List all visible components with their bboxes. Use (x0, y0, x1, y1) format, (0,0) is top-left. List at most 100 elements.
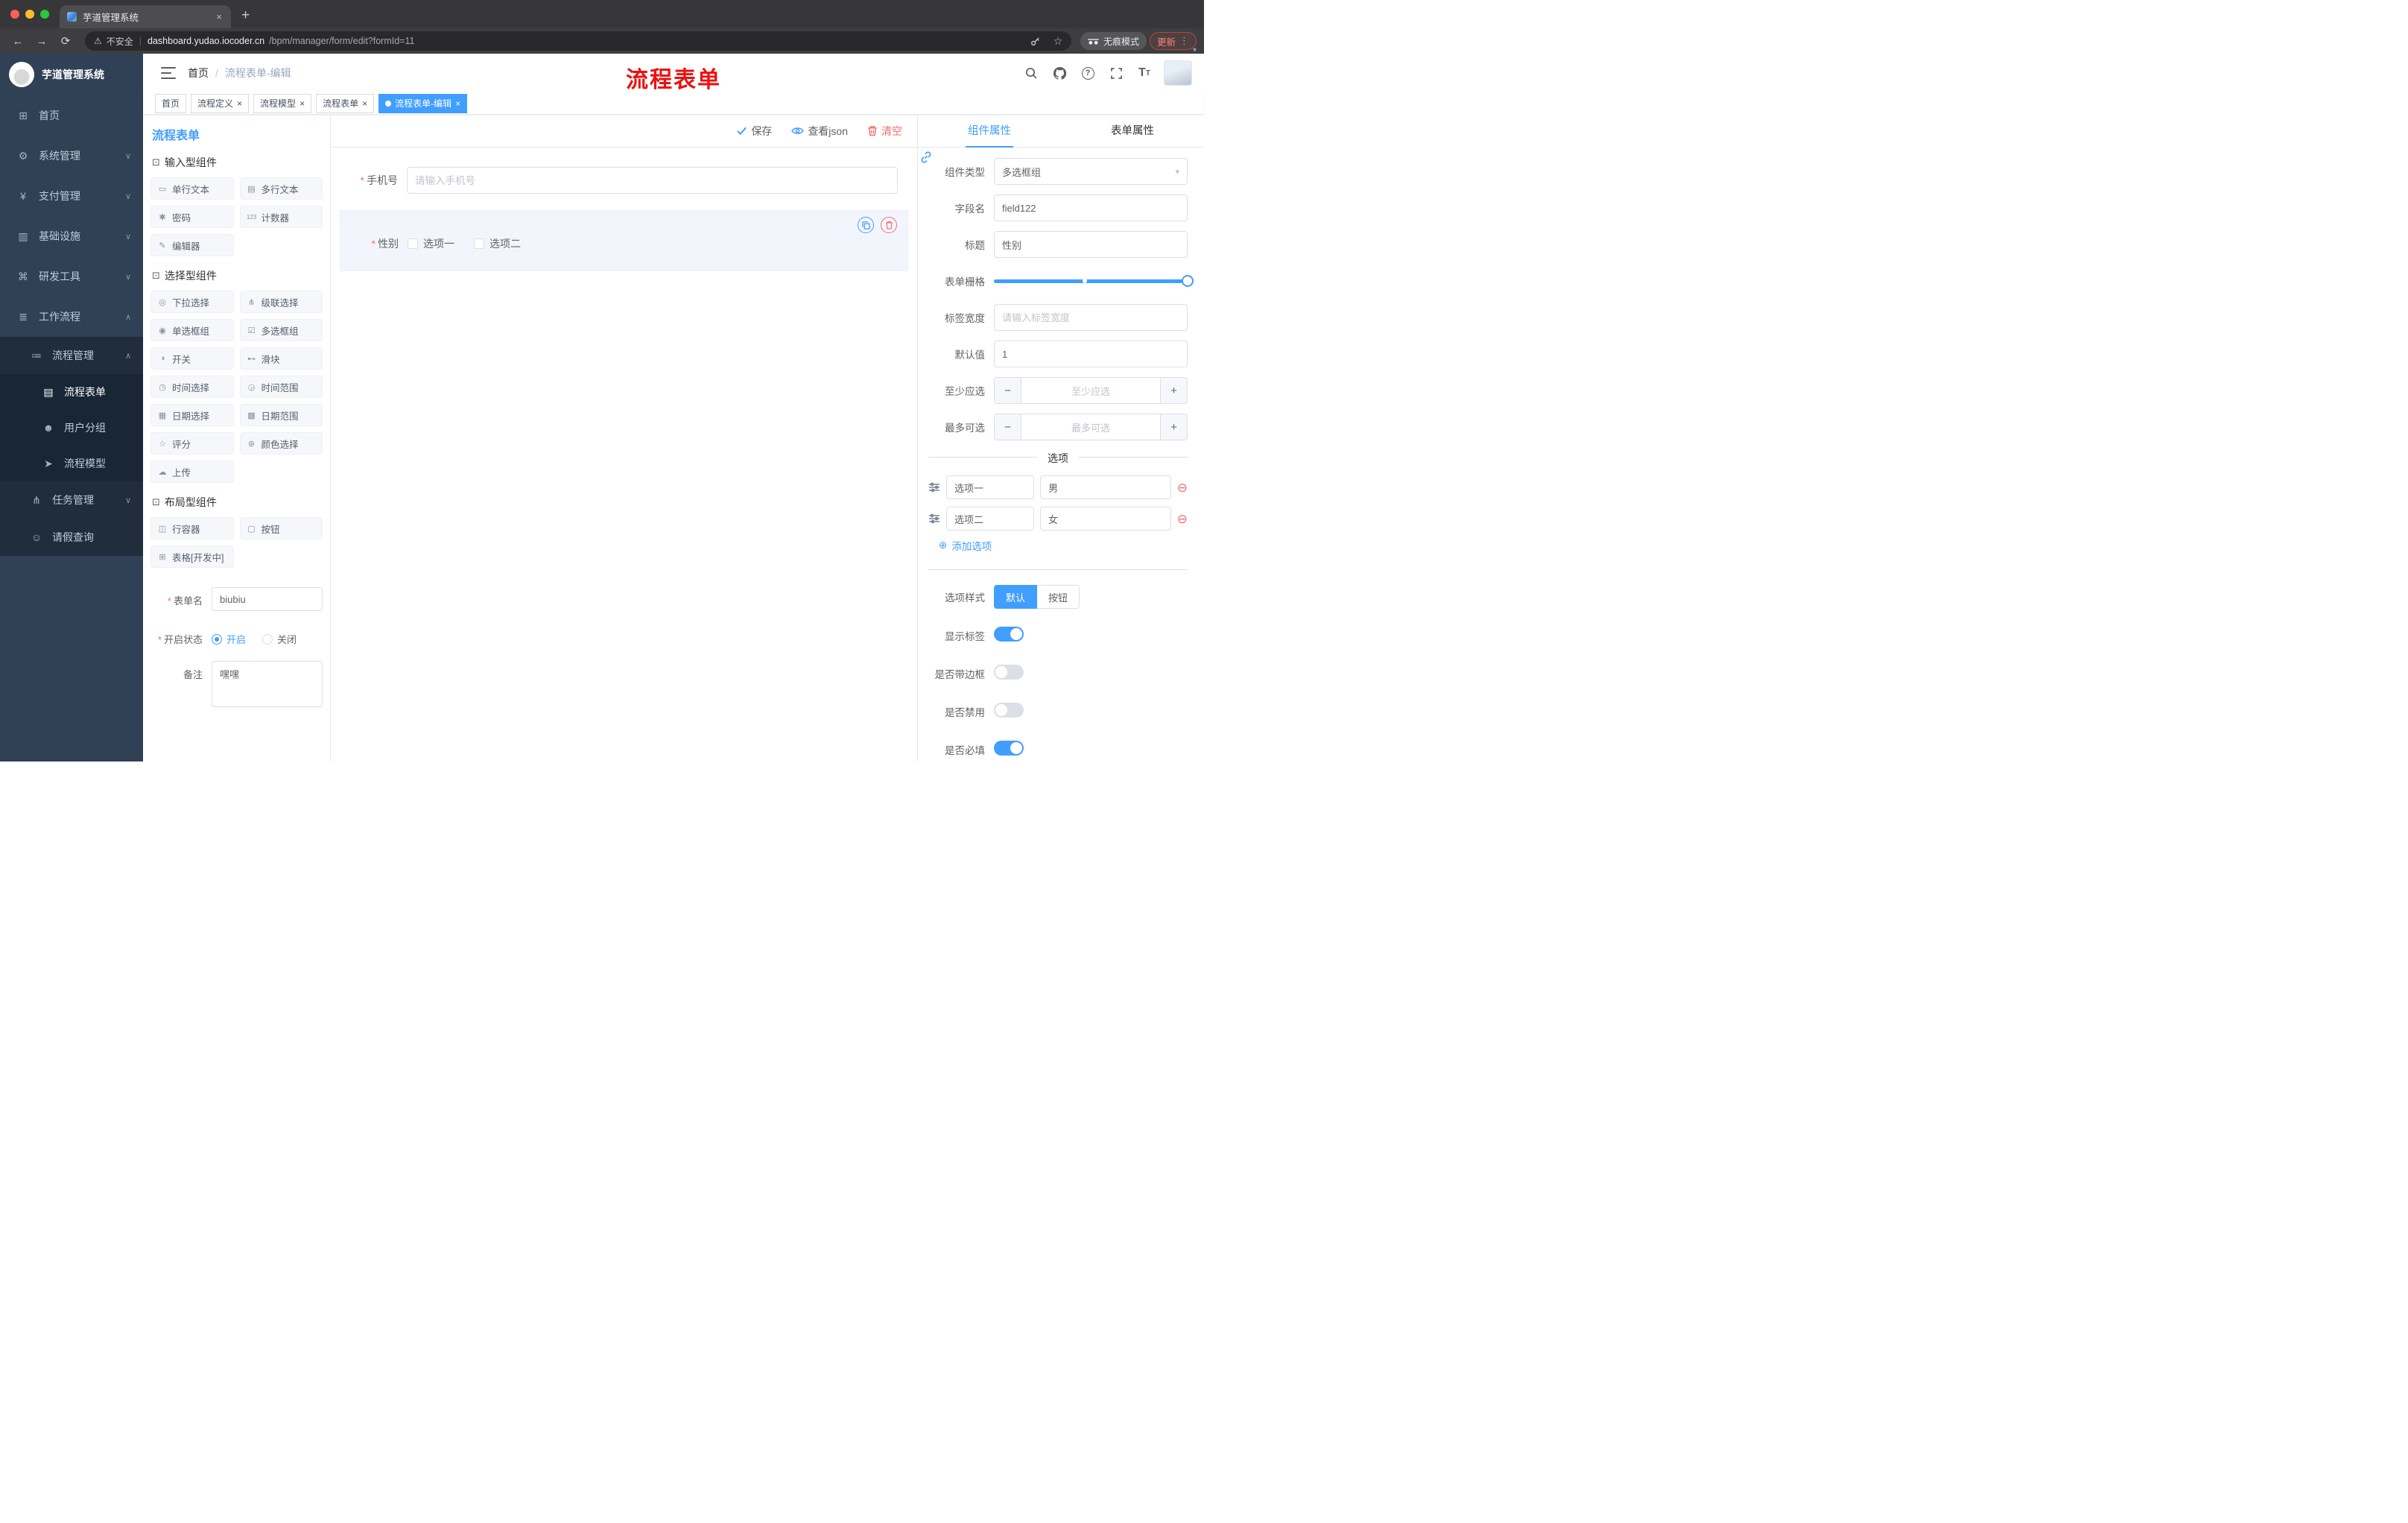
url-field[interactable]: ⚠ 不安全 | dashboard.yudao.iocoder.cn/bpm/m… (85, 31, 1071, 51)
palette-item-time-range[interactable]: ◶ 时间范围 (239, 376, 323, 398)
palette-item-cascader[interactable]: ⋔ 级联选择 (239, 291, 323, 313)
password-key-icon[interactable] (1027, 32, 1045, 50)
gender-option-2-checkbox[interactable]: 选项二 (474, 236, 521, 251)
add-option-button[interactable]: ⊕ 添加选项 (939, 538, 1188, 553)
canvas-field-phone[interactable]: * 手机号 (340, 159, 908, 201)
save-button[interactable]: 保存 (736, 124, 772, 139)
label-width-input[interactable] (994, 304, 1188, 331)
palette-item-date-picker[interactable]: ▦ 日期选择 (150, 404, 234, 426)
max-select-value[interactable]: 最多可选 (1021, 414, 1160, 440)
close-icon[interactable]: × (455, 98, 460, 109)
palette-item-time-picker[interactable]: ◷ 时间选择 (150, 376, 234, 398)
palette-item-upload[interactable]: ☁ 上传 (150, 460, 234, 483)
option-value-input[interactable] (1040, 475, 1171, 499)
tag-home[interactable]: 首页 (155, 93, 187, 113)
close-icon[interactable]: × (237, 98, 242, 109)
tab-close-icon[interactable]: × (215, 11, 224, 22)
view-json-button[interactable]: 查看json (791, 124, 848, 139)
palette-item-rate[interactable]: ☆ 评分 (150, 432, 234, 455)
sidebar-item-home[interactable]: ⊞ 首页 (0, 95, 143, 136)
palette-item-date-range[interactable]: ▩ 日期范围 (239, 404, 323, 426)
disabled-toggle[interactable] (994, 703, 1024, 718)
sidebar-item-task-management[interactable]: ⋔ 任务管理 ∨ (0, 481, 143, 519)
decrement-button[interactable]: − (995, 414, 1021, 440)
palette-item-password[interactable]: ✱ 密码 (150, 206, 234, 228)
tag-process-definition[interactable]: 流程定义 × (191, 93, 250, 113)
status-on-radio[interactable]: 开启 (212, 632, 246, 646)
tag-process-form[interactable]: 流程表单 × (316, 93, 375, 113)
gender-option-1-checkbox[interactable]: 选项一 (408, 236, 454, 251)
drag-handle-icon[interactable] (928, 513, 940, 524)
palette-item-textarea[interactable]: ▤ 多行文本 (239, 177, 323, 200)
delete-component-button[interactable] (881, 217, 897, 233)
palette-item-checkbox-group[interactable]: ☑ 多选框组 (239, 319, 323, 341)
tag-process-model[interactable]: 流程模型 × (253, 93, 312, 113)
palette-item-slider[interactable]: ⊷ 滑块 (239, 347, 323, 370)
field-name-input[interactable] (994, 194, 1188, 221)
sidebar-item-infrastructure[interactable]: ▥ 基础设施 ∨ (0, 216, 143, 256)
browser-tab[interactable]: 芋道管理系统 × (60, 5, 231, 28)
sidebar-item-user-group[interactable]: ☻ 用户分组 (0, 410, 143, 446)
title-input[interactable] (994, 231, 1188, 258)
link-icon[interactable] (919, 151, 933, 166)
sidebar-item-process-management[interactable]: ≔ 流程管理 ∧ (0, 337, 143, 374)
border-toggle[interactable] (994, 665, 1024, 680)
menu-kebab-icon[interactable]: ⋮ (1179, 35, 1189, 47)
sidebar-item-system[interactable]: ⚙ 系统管理 ∨ (0, 136, 143, 176)
sidebar-item-devtools[interactable]: ⌘ 研发工具 ∨ (0, 256, 143, 297)
style-button-button[interactable]: 按钮 (1037, 585, 1080, 609)
hamburger-icon[interactable] (161, 67, 176, 79)
palette-item-switch[interactable]: ◑ 开关 (150, 347, 234, 370)
palette-item-select[interactable]: ◎ 下拉选择 (150, 291, 234, 313)
component-type-select[interactable]: 多选框组 ▾ (994, 158, 1188, 185)
sidebar-item-workflow[interactable]: ≣ 工作流程 ∧ (0, 297, 143, 337)
forward-icon[interactable]: → (31, 31, 52, 51)
increment-button[interactable]: + (1160, 378, 1187, 403)
close-icon[interactable]: × (300, 98, 305, 109)
canvas-field-gender-selected[interactable]: * 性别 选项一 选项二 (340, 210, 908, 271)
min-select-value[interactable]: 至少应选 (1021, 378, 1160, 403)
close-icon[interactable]: × (362, 98, 367, 109)
new-tab-button[interactable]: + (241, 7, 250, 24)
drag-handle-icon[interactable] (928, 482, 940, 493)
window-zoom-button[interactable] (40, 10, 49, 19)
remove-option-icon[interactable]: ⊖ (1177, 513, 1188, 525)
palette-item-color-picker[interactable]: ⊛ 颜色选择 (239, 432, 323, 455)
clear-button[interactable]: 清空 (867, 124, 902, 139)
palette-item-editor[interactable]: ✎ 编辑器 (150, 234, 234, 256)
font-size-icon[interactable]: TT (1135, 64, 1153, 82)
palette-item-button[interactable]: ▢ 按钮 (239, 517, 323, 539)
grid-slider[interactable] (994, 267, 1194, 294)
sidebar-item-leave-query[interactable]: ☺ 请假查询 (0, 519, 143, 556)
bookmark-star-icon[interactable]: ☆ (1049, 32, 1067, 50)
style-default-button[interactable]: 默认 (994, 585, 1038, 609)
palette-item-radio-group[interactable]: ◉ 单选框组 (150, 319, 234, 341)
palette-item-table[interactable]: ⊞ 表格[开发中] (150, 545, 234, 568)
back-icon[interactable]: ← (7, 31, 28, 51)
required-toggle[interactable] (994, 741, 1024, 756)
reload-icon[interactable]: ⟳ (55, 31, 76, 51)
sidebar-item-payment[interactable]: ¥ 支付管理 ∨ (0, 176, 143, 216)
window-minimize-button[interactable] (25, 10, 34, 19)
phone-input[interactable] (407, 167, 898, 194)
sidebar-item-process-form[interactable]: ▤ 流程表单 (0, 374, 143, 410)
user-avatar[interactable] (1164, 60, 1192, 86)
fullscreen-icon[interactable] (1107, 64, 1125, 82)
tab-component-props[interactable]: 组件属性 (918, 115, 1061, 147)
decrement-button[interactable]: − (995, 378, 1021, 403)
option-name-input[interactable] (946, 475, 1034, 499)
github-icon[interactable] (1051, 64, 1068, 82)
sidebar-item-process-model[interactable]: ➤ 流程模型 (0, 446, 143, 481)
update-button[interactable]: 更新 ⋮ (1149, 32, 1197, 50)
window-close-button[interactable] (10, 10, 19, 19)
show-label-toggle[interactable] (994, 627, 1024, 642)
help-icon[interactable]: ? (1079, 64, 1097, 82)
tag-process-form-edit[interactable]: 流程表单-编辑 × (378, 93, 468, 113)
copy-component-button[interactable] (858, 217, 874, 233)
remove-option-icon[interactable]: ⊖ (1177, 481, 1188, 494)
option-name-input[interactable] (946, 507, 1034, 531)
status-off-radio[interactable]: 关闭 (262, 632, 297, 646)
default-value-input[interactable] (994, 341, 1188, 367)
search-icon[interactable] (1022, 64, 1040, 82)
form-name-input[interactable] (212, 587, 323, 611)
